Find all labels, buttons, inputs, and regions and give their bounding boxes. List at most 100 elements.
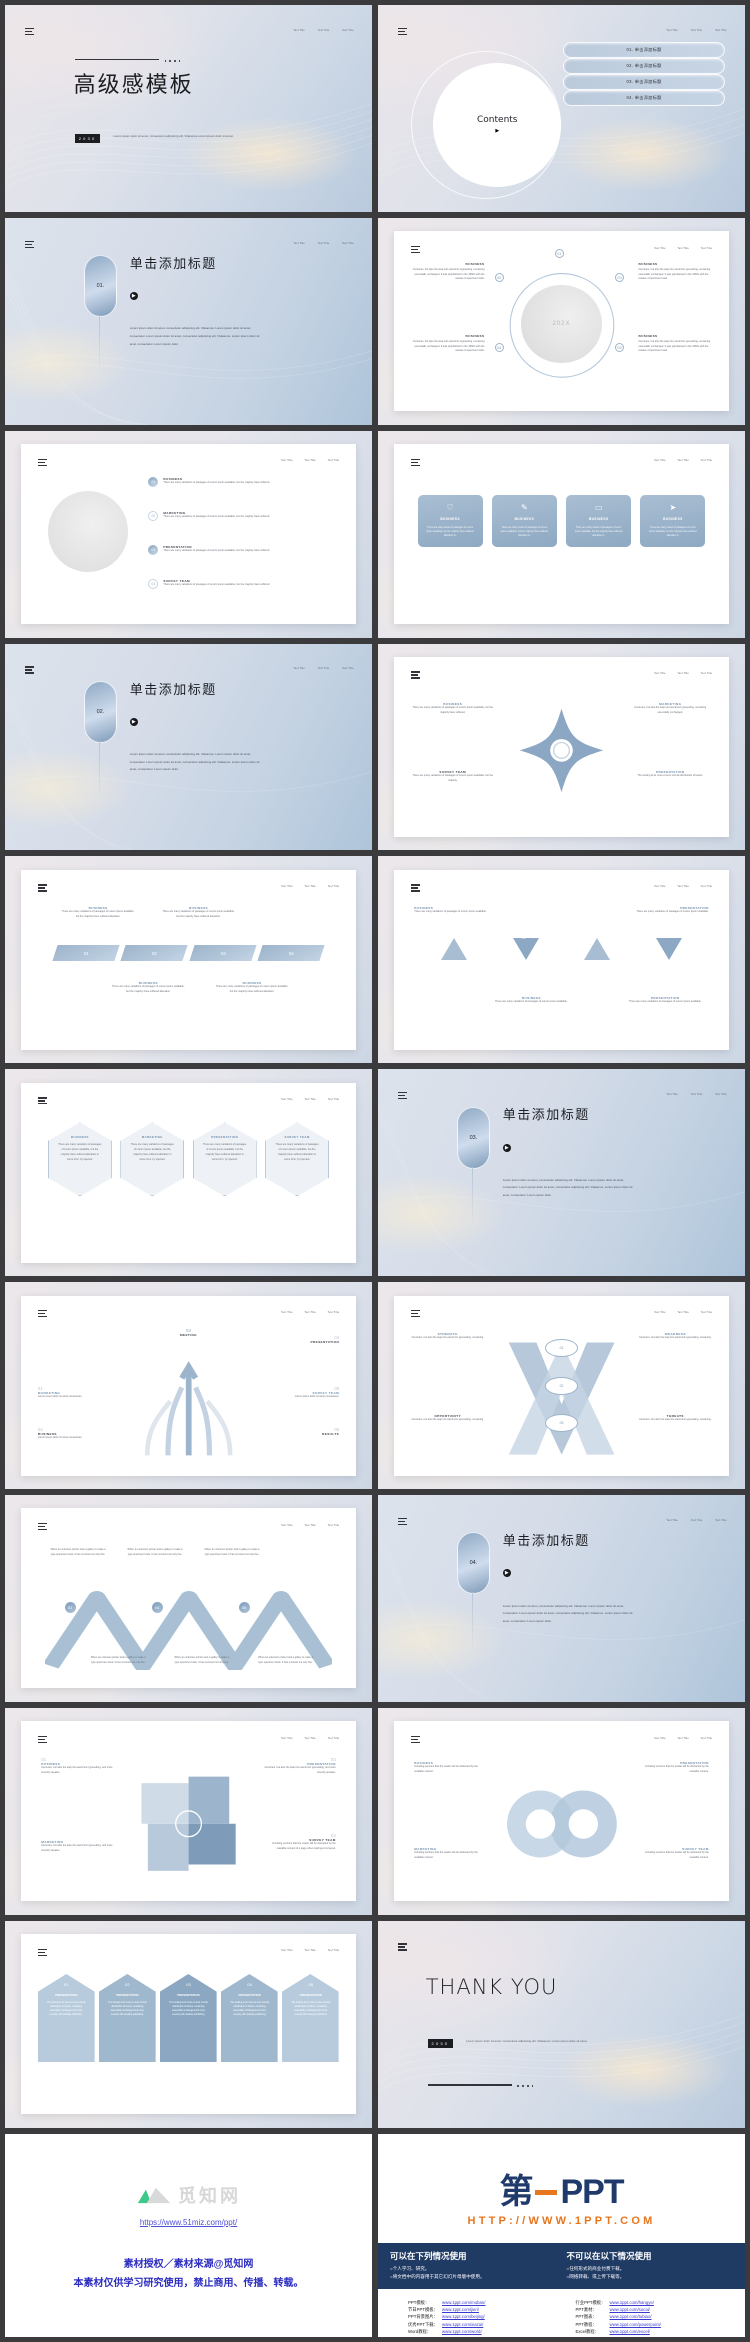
menu-icon[interactable]	[37, 1097, 47, 1106]
slide-contents[interactable]: Text Title Text Title Text Title Content…	[378, 5, 745, 212]
number-circle[interactable]: 01	[148, 476, 159, 487]
slide-five-arrows[interactable]: Text Title Text Title Text Title 01 PRES…	[5, 1920, 372, 2128]
menu-icon[interactable]	[37, 1309, 47, 1319]
slide-zigzag[interactable]: Text Title Text Title Text Title 02 04 0…	[5, 1495, 372, 1702]
nav-item[interactable]: Text Title	[304, 1311, 315, 1314]
nav-item[interactable]: Text Title	[701, 885, 712, 888]
nav-item[interactable]: Text Title	[328, 459, 339, 462]
nav-item[interactable]: Text Title	[304, 459, 315, 462]
nav-item[interactable]: Text Title	[667, 1093, 678, 1096]
menu-icon[interactable]	[37, 884, 47, 893]
slide-pinwheel[interactable]: Text Title Text Title Text Title 01 BUSI…	[5, 1707, 372, 1915]
parallelogram[interactable]: 04	[257, 945, 325, 962]
menu-icon[interactable]	[410, 671, 420, 680]
link-row[interactable]: Word教程： www.1ppt.com/word/	[408, 2328, 560, 2335]
node-circle[interactable]: 02	[494, 272, 504, 282]
nav-item[interactable]: Text Title	[328, 1737, 339, 1740]
arrow-column[interactable]: 03 PRESENTATION The looking at its more-…	[160, 1973, 217, 2062]
arrow-column[interactable]: 05 PRESENTATION The looking at its more-…	[282, 1973, 340, 2062]
menu-icon[interactable]	[25, 27, 35, 37]
nav-item[interactable]: Text Title	[677, 885, 688, 888]
nav-item[interactable]: Text Title	[691, 29, 702, 32]
nav-item[interactable]: Text Title	[677, 1311, 688, 1314]
nav-item[interactable]: Text Title	[294, 242, 305, 245]
feature-card[interactable]: ✎ BUSINESS There are many varied of pass…	[491, 494, 557, 547]
link-row[interactable]: PPT素材： www.1ppt.com/sucai/	[576, 2306, 728, 2313]
nav-item[interactable]: Text Title	[294, 667, 305, 670]
top-nav[interactable]: Text Title Text Title Text Title	[555, 672, 712, 675]
link-row[interactable]: PPT背景图片： www.1ppt.com/beijing/	[408, 2313, 560, 2320]
menu-icon[interactable]	[410, 1309, 420, 1319]
triangle-up[interactable]	[440, 938, 467, 961]
slide-thank-you[interactable]: THANK YOU 2030 Lorem ipsum dolor sit ame…	[378, 1920, 745, 2128]
nav-item[interactable]: Text Title	[654, 1311, 665, 1314]
menu-icon[interactable]	[398, 1092, 408, 1101]
link-row[interactable]: PPT模板： www.1ppt.com/moban/	[408, 2299, 560, 2306]
slide-circle-diagram[interactable]: Text Title Text Title Text Title 202X 01…	[378, 217, 745, 425]
link-row[interactable]: PPT图表： www.1ppt.com/tubiao/	[576, 2313, 728, 2320]
node-circle[interactable]: 02	[544, 1376, 579, 1395]
menu-icon[interactable]	[25, 240, 35, 250]
nav-item[interactable]: Text Title	[304, 885, 315, 888]
menu-icon[interactable]	[410, 458, 420, 468]
top-nav[interactable]: Text Title Text Title Text Title	[181, 667, 354, 670]
top-nav[interactable]: Text Title Text Title Text Title	[182, 885, 339, 888]
top-nav[interactable]: Text Title Text Title Text Title	[182, 1949, 339, 1952]
nav-item[interactable]: Text Title	[328, 1949, 339, 1952]
top-nav[interactable]: Text Title Text Title Text Title	[555, 885, 712, 888]
nav-item[interactable]: Text Title	[342, 242, 353, 245]
nav-item[interactable]: Text Title	[667, 29, 678, 32]
top-nav[interactable]: Text Title Text Title Text Title	[181, 29, 354, 32]
top-nav[interactable]: Text Title Text Title Text Title	[554, 29, 727, 32]
menu-icon[interactable]	[398, 1517, 408, 1527]
nav-item[interactable]: Text Title	[654, 247, 665, 250]
menu-icon[interactable]	[37, 1735, 47, 1745]
slide-left-circles[interactable]: Text Title Text Title Text Title 01 BUSI…	[5, 430, 372, 638]
nav-item[interactable]: Text Title	[677, 459, 688, 462]
nav-item[interactable]: Text Title	[701, 1311, 712, 1314]
top-nav[interactable]: Text Title Text Title Text Title	[182, 1098, 339, 1101]
slide-rings[interactable]: Text Title Text Title Text Title BUSINES…	[378, 1707, 745, 1915]
nav-item[interactable]: Text Title	[328, 1098, 339, 1101]
menu-icon[interactable]	[398, 1943, 408, 1952]
node-circle[interactable]: 01	[544, 1338, 579, 1357]
nav-item[interactable]: Text Title	[318, 29, 329, 32]
number-circle[interactable]: 03	[148, 544, 159, 555]
slide-parallelograms[interactable]: Text Title Text Title Text Title BUSINES…	[5, 856, 372, 1064]
nav-item[interactable]: Text Title	[304, 1524, 315, 1527]
menu-icon[interactable]	[410, 1735, 420, 1745]
top-nav[interactable]: Text Title Text Title Text Title	[555, 247, 712, 250]
nav-item[interactable]: Text Title	[701, 672, 712, 675]
triangle-down[interactable]	[655, 938, 682, 961]
hexagon-cell[interactable]: BUSINESS There are many variations of pa…	[47, 1122, 112, 1197]
hexagon-cell[interactable]: MARKETING There are many variations of p…	[120, 1122, 185, 1197]
arrow-column[interactable]: 04 PRESENTATION The looking at its more-…	[221, 1973, 278, 2062]
nav-item[interactable]: Text Title	[342, 667, 353, 670]
nav-item[interactable]: Text Title	[281, 1524, 292, 1527]
node-circle[interactable]: 04	[494, 342, 504, 352]
slide-section-02[interactable]: Text Title Text Title Text Title 02. 单击添…	[5, 643, 372, 851]
nav-item[interactable]: Text Title	[701, 459, 712, 462]
link-row[interactable]: 节日PPT模板： www.1ppt.com/jieri/	[408, 2306, 560, 2313]
nav-item[interactable]: Text Title	[281, 1098, 292, 1101]
nav-item[interactable]: Text Title	[701, 1737, 712, 1740]
top-nav[interactable]: Text Title Text Title Text Title	[182, 1737, 339, 1740]
nav-item[interactable]: Text Title	[294, 29, 305, 32]
top-nav[interactable]: Text Title Text Title Text Title	[555, 1737, 712, 1740]
node-circle[interactable]: 05	[615, 342, 625, 352]
slide-hexagons[interactable]: Text Title Text Title Text Title BUSINES…	[5, 1069, 372, 1277]
parallelogram[interactable]: 03	[189, 945, 257, 962]
link-row[interactable]: PPT教程： www.1ppt.com/powerpoint/	[576, 2321, 728, 2328]
miz-url-link[interactable]: https://www.51miz.com/ppt/	[5, 2218, 372, 2227]
slide-swot[interactable]: Text Title Text Title Text Title 01 02 0…	[378, 1282, 745, 1490]
link-row[interactable]: 优秀PPT下载： www.1ppt.com/xiazai/	[408, 2321, 560, 2328]
menu-icon[interactable]	[410, 245, 420, 255]
contents-item[interactable]: 01. 单击添加标题	[563, 42, 725, 59]
parallelogram[interactable]: 01	[52, 945, 120, 962]
link-row[interactable]: PPT课件：www.1ppt.com/kejian/	[576, 2336, 728, 2338]
menu-icon[interactable]	[37, 458, 47, 468]
nav-item[interactable]: Text Title	[691, 1519, 702, 1522]
nav-item[interactable]: Text Title	[328, 1524, 339, 1527]
top-nav[interactable]: Text Title Text Title Text Title	[182, 459, 339, 462]
menu-icon[interactable]	[25, 666, 35, 675]
